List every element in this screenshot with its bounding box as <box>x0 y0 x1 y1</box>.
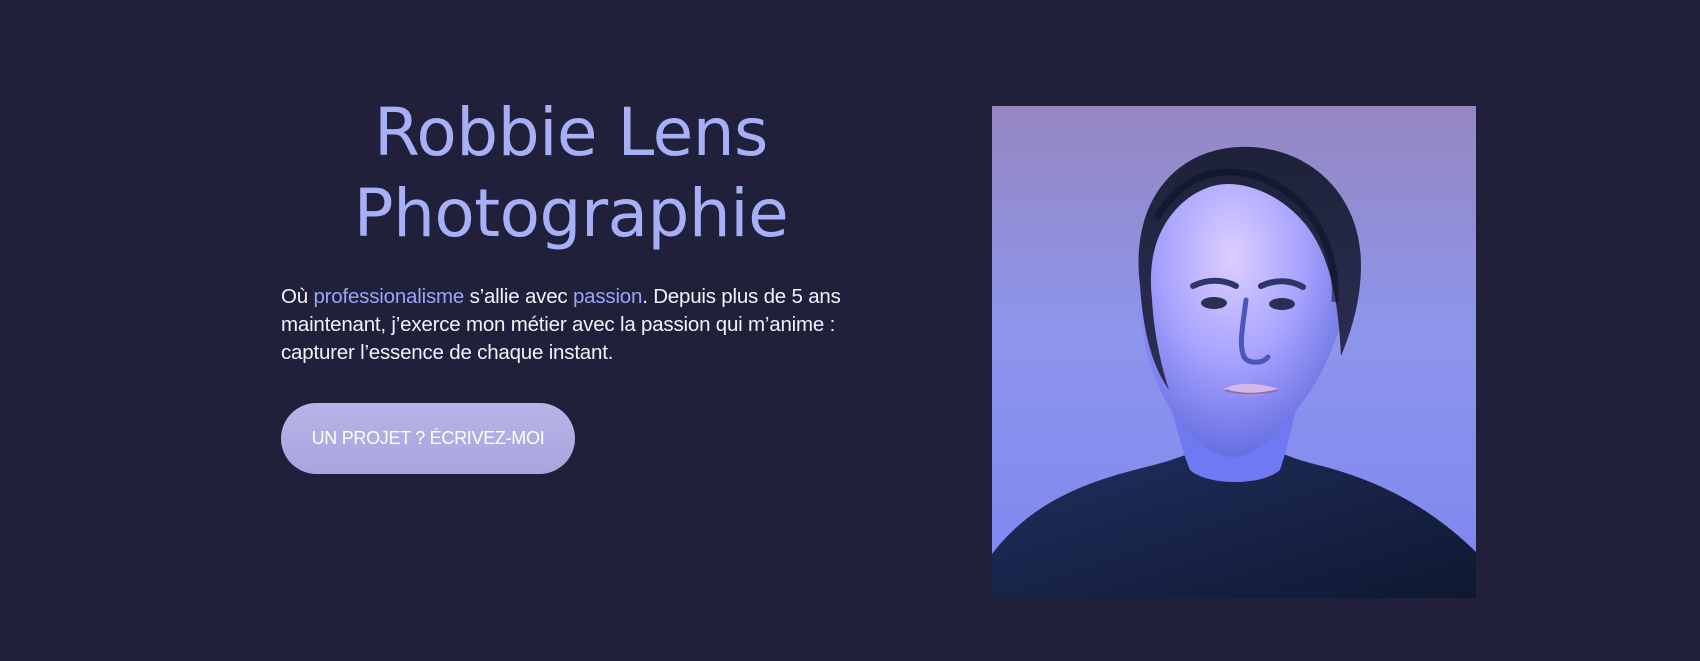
professionalism-highlight: professionalisme <box>313 285 465 308</box>
title-line-1: Robbie Lens <box>374 94 768 171</box>
hero-section: Robbie Lens Photographie Où professional… <box>0 0 1700 661</box>
intro-text-part-1: Où <box>281 285 314 308</box>
hero-title: Robbie Lens Photographie <box>281 92 861 254</box>
intro-text-part-2: s’allie avec <box>464 285 573 308</box>
hero-text-column: Robbie Lens Photographie Où professional… <box>281 92 867 474</box>
portrait-image <box>992 106 1476 598</box>
intro-paragraph: Où professionalisme s’allie avec passion… <box>281 283 867 367</box>
contact-button[interactable]: UN PROJET ? ÉCRIVEZ-MOI <box>281 403 575 474</box>
passion-highlight: passion <box>572 285 643 308</box>
title-line-2: Photographie <box>353 175 789 252</box>
